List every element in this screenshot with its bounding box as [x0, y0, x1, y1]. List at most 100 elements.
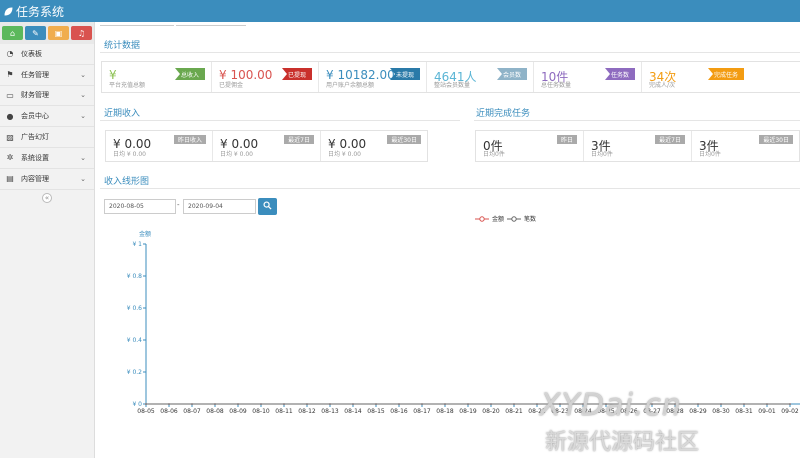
stat-label: 用户账户余额总额: [326, 82, 375, 89]
divider: [100, 188, 800, 189]
gear-icon: ✲: [6, 153, 14, 163]
income-label: 日均 ¥ 0.00: [220, 151, 253, 158]
leaf-icon: [4, 5, 13, 19]
date-separator: -: [177, 201, 180, 209]
stat-label: 已提佣金: [219, 82, 244, 89]
income-tag: 最近7日: [284, 135, 314, 144]
briefcase-button[interactable]: ▣: [48, 26, 69, 40]
sidebar-item-label: 财务管理: [21, 91, 49, 100]
stats-row: ¥ 平台充值总额 总收入 ¥ 100.00 已提佣金 已提现 ¥ 10182.0…: [101, 61, 800, 93]
task-label: 日均0件: [483, 151, 505, 158]
task-tag: 最近30日: [759, 135, 793, 144]
income-row: ¥ 0.00 日均 ¥ 0.00 昨日收入 ¥ 0.00 日均 ¥ 0.00 最…: [105, 130, 428, 162]
start-date-input[interactable]: 2020-08-05: [104, 199, 176, 214]
sidebar-item-label: 系统设置: [21, 153, 49, 162]
legend-amount-marker: [475, 215, 489, 222]
end-date-input[interactable]: 2020-09-04: [183, 199, 256, 214]
tasks-title: 近期完成任务: [476, 109, 531, 119]
task-card-7days: 3件 日均0件 最近7日: [584, 131, 692, 161]
sidebar-item-dashboard[interactable]: ◔ 仪表板: [0, 44, 94, 65]
sidebar-item-label: 仪表板: [21, 49, 42, 58]
double-chevron-left-icon: «: [44, 193, 50, 202]
main-content: 统计数据 ¥ 平台充值总额 总收入 ¥ 100.00 已提佣金 已提现 ¥ 10…: [95, 22, 800, 458]
income-tag: 昨日收入: [173, 135, 206, 144]
stat-card-tasks: 10件 总任务数量 任务数: [534, 62, 642, 92]
income-label: 日均 ¥ 0.00: [328, 151, 361, 158]
tab-placeholder[interactable]: [100, 22, 174, 26]
stat-card-withdrawn: ¥ 100.00 已提佣金 已提现: [212, 62, 319, 92]
watermark-subtext: 新源代源码社区: [545, 430, 700, 455]
stat-tag: 任务数: [604, 68, 635, 80]
tasks-row: 0件 日均0件 昨日 3件 日均0件 最近7日 3件 日均0件 最近30日: [475, 130, 800, 162]
divider: [100, 120, 460, 121]
sidebar-item-content[interactable]: ▤ 内容管理 ⌄: [0, 169, 94, 190]
task-tag: 最近7日: [655, 135, 685, 144]
inbox-icon: ▭: [6, 90, 14, 100]
legend-count-marker: [507, 215, 521, 222]
sidebar-item-finance[interactable]: ▭ 财务管理 ⌄: [0, 86, 94, 107]
legend-label: 金额: [492, 216, 505, 223]
book-icon: ▤: [6, 174, 14, 184]
dashboard-icon: ◔: [6, 49, 14, 59]
home-button[interactable]: ⌂: [2, 26, 23, 40]
divider: [100, 52, 800, 53]
stat-label: 完成人/次: [649, 82, 676, 89]
chevron-down-icon: ⌄: [80, 70, 86, 79]
income-title: 近期收入: [104, 109, 141, 119]
stat-label: 平台充值总额: [109, 82, 146, 89]
stat-card-total-income: ¥ 平台充值总额 总收入: [102, 62, 212, 92]
briefcase-icon: ▣: [54, 28, 63, 38]
task-card-yesterday: 0件 日均0件 昨日: [476, 131, 584, 161]
stat-tag: 完成任务: [707, 68, 744, 80]
income-card-30days: ¥ 0.00 日均 ¥ 0.00 最近30日: [321, 131, 427, 161]
income-tag: 最近30日: [387, 135, 421, 144]
sidebar: ⌂ ✎ ▣ ♫ ◔ 仪表板 ⚑ 任务管理 ⌄ ▭ 财务管理 ⌄ ● 会员中心 ⌄ ▨ 广告幻灯 …: [0, 22, 95, 458]
top-bar: 任务系统: [0, 0, 800, 22]
edit-button[interactable]: ✎: [25, 26, 46, 40]
task-card-30days: 3件 日均0件 最近30日: [692, 131, 799, 161]
stat-card-not-withdrawn: ¥ 10182.00 用户账户余额总额 未提现: [319, 62, 427, 92]
income-label: 日均 ¥ 0.00: [113, 151, 146, 158]
pencil-icon: ✎: [32, 28, 39, 38]
sidebar-item-label: 任务管理: [21, 70, 49, 79]
sidebar-toolbar: ⌂ ✎ ▣ ♫: [0, 22, 94, 44]
sidebar-item-label: 内容管理: [21, 174, 49, 183]
chevron-down-icon: ⌄: [80, 91, 86, 100]
sidebar-collapse-button[interactable]: «: [42, 192, 52, 203]
task-tag: 昨日: [556, 135, 577, 144]
legend-item-amount[interactable]: 金额: [475, 214, 504, 223]
chevron-down-icon: ⌄: [80, 153, 86, 162]
sidebar-item-settings[interactable]: ✲ 系统设置 ⌄: [0, 148, 94, 169]
chevron-down-icon: ⌄: [80, 174, 86, 183]
notification-button[interactable]: ♫: [71, 26, 92, 40]
home-icon: ⌂: [9, 28, 16, 38]
sidebar-item-ads[interactable]: ▨ 广告幻灯: [0, 127, 94, 148]
legend-item-count[interactable]: 笔数: [507, 214, 536, 223]
sidebar-item-label: 会员中心: [21, 112, 49, 121]
tab-placeholder[interactable]: [176, 22, 246, 26]
sidebar-item-tasks[interactable]: ⚑ 任务管理 ⌄: [0, 65, 94, 86]
stats-title: 统计数据: [104, 41, 141, 51]
stat-card-members: 4641人 整站会员数量 会员数: [427, 62, 534, 92]
app-title: 任务系统: [16, 5, 65, 19]
task-label: 日均0件: [591, 151, 613, 158]
income-card-yesterday: ¥ 0.00 日均 ¥ 0.00 昨日收入: [106, 131, 213, 161]
sidebar-item-members[interactable]: ● 会员中心 ⌄: [0, 106, 94, 128]
image-icon: ▨: [6, 132, 14, 142]
stat-tag: 会员数: [496, 68, 527, 80]
stat-card-completed: 34次 完成人/次 完成任务: [642, 62, 750, 92]
search-button[interactable]: [258, 198, 277, 215]
user-icon: ●: [6, 111, 14, 121]
watermark-text: XYDai.cn: [540, 388, 682, 423]
flag-icon: ⚑: [6, 70, 14, 80]
stat-tag: 总收入: [174, 68, 205, 80]
legend-label: 笔数: [524, 216, 537, 223]
chevron-down-icon: ⌄: [80, 112, 86, 121]
stat-label: 总任务数量: [541, 82, 572, 89]
app-brand[interactable]: 任务系统: [4, 3, 64, 20]
search-icon: [263, 201, 272, 212]
chart-section-title: 收入线形图: [104, 177, 150, 187]
divider: [474, 120, 800, 121]
task-label: 日均0件: [699, 151, 721, 158]
stat-label: 整站会员数量: [434, 82, 471, 89]
